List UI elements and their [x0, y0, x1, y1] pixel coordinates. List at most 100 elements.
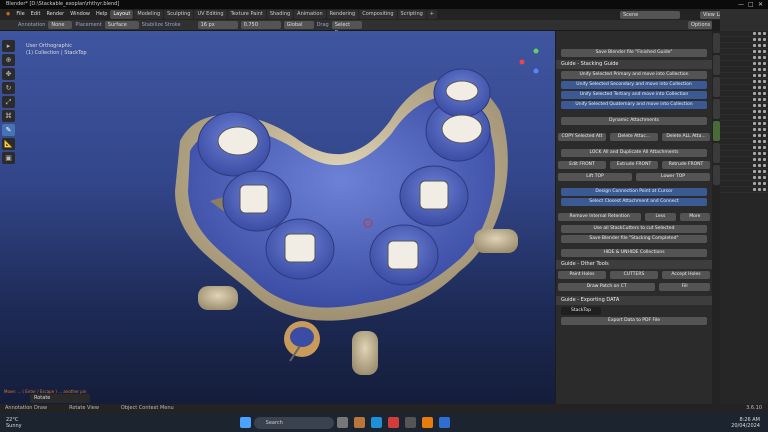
other-tools-header[interactable]: Guide - Other Tools [556, 260, 712, 269]
cursor-tool-icon[interactable]: ⊕ [2, 54, 15, 66]
transform-orientation-dropdown[interactable]: Global [283, 21, 314, 29]
unify-tertiary-button[interactable]: Unify Selected Tertiary and move into Co… [561, 91, 707, 99]
annotation-layer-field[interactable]: None [48, 21, 73, 29]
store-icon[interactable] [404, 417, 416, 428]
factor-field[interactable]: 0.750 [240, 21, 281, 29]
tab-scripting[interactable]: Scripting [397, 10, 426, 19]
close-icon[interactable]: ✕ [758, 0, 763, 9]
edit-front-button[interactable]: Edit FRONT [558, 161, 606, 169]
more-button[interactable]: More [679, 213, 711, 221]
task-view-icon[interactable] [336, 417, 348, 428]
stabilize-stroke-checkbox[interactable]: Stabilize Stroke [142, 22, 181, 28]
unify-secondary-button[interactable]: Unify Selected Secondary and move into C… [561, 81, 707, 89]
last-operator-panel[interactable]: Rotate [30, 394, 90, 403]
lift-top-button[interactable]: Lift TOP [558, 173, 632, 181]
copy-selected-button[interactable]: COPY Selected Att [558, 133, 606, 141]
3d-viewport[interactable]: Rotate Move: ... ( Enter / Escape ) ... … [0, 31, 555, 404]
move-tool-icon[interactable]: ✥ [2, 68, 15, 80]
stacking-guide-header[interactable]: Guide - Stacking Guide [556, 60, 712, 69]
options-dropdown[interactable]: Options [688, 21, 712, 29]
draw-patch-button[interactable]: Draw Patch on CT [558, 283, 656, 291]
radius-field[interactable]: 16 px [197, 21, 238, 29]
tab-uv-editing[interactable]: UV Editing [194, 10, 227, 19]
menu-window[interactable]: Window [67, 9, 93, 20]
lock-all-button[interactable]: LOCK All and Duplicate All Attachments [561, 149, 707, 157]
sidebar-tab[interactable] [712, 33, 720, 53]
unify-primary-button[interactable]: Unify Selected Primary and move into Col… [561, 71, 707, 79]
chrome-icon[interactable] [387, 417, 399, 428]
use-stackcutters-button[interactable]: Use all StackCutters to cut Selected [561, 225, 707, 233]
maximize-icon[interactable]: □ [748, 0, 754, 9]
add-workspace-button[interactable]: + [426, 10, 437, 19]
paint-holes-button[interactable]: Paint Holes [558, 271, 606, 279]
sidebar-tab[interactable] [712, 99, 720, 119]
tab-rendering[interactable]: Rendering [326, 10, 359, 19]
delete-all-button[interactable]: Delete ALL Atta... [662, 133, 710, 141]
blender-taskbar-icon[interactable] [421, 417, 433, 428]
tab-texture-paint[interactable]: Texture Paint [227, 10, 266, 19]
dynamic-attachments-button[interactable]: Dynamic Attachments [561, 117, 707, 125]
rotate-tool-icon[interactable]: ↻ [2, 82, 15, 94]
unify-quaternary-button[interactable]: Unify Selected Quaternary and move into … [561, 101, 707, 109]
stacktop-field[interactable]: StackTop [561, 307, 601, 315]
tab-compositing[interactable]: Compositing [359, 10, 397, 19]
menu-render[interactable]: Render [43, 9, 67, 20]
blender-logo-icon[interactable]: ◉ [3, 9, 13, 20]
scale-tool-icon[interactable]: ⤢ [2, 96, 15, 108]
menu-file[interactable]: File [13, 9, 27, 20]
weather-widget[interactable]: 22°C Sunny [6, 417, 22, 429]
minimize-icon[interactable]: — [738, 0, 744, 9]
export-pdf-button[interactable]: Export Data to PDF File [561, 317, 707, 325]
annotation-label: Annotation [18, 22, 46, 28]
start-icon[interactable] [239, 417, 251, 428]
save-finished-guide-button[interactable]: Save Blender file "Finished Guide" [561, 49, 707, 57]
collection-name: (1) Collection | StackTop [26, 50, 87, 56]
outliner-row[interactable] [720, 187, 768, 193]
tool-header: Annotation None Placement Surface Stabil… [0, 20, 712, 36]
remove-retention-button[interactable]: Remove Internal Retention [558, 213, 642, 221]
scene-selector[interactable]: Scene [620, 10, 680, 19]
tab-sculpting[interactable]: Sculpting [164, 10, 194, 19]
transform-tool-icon[interactable]: ⌘ [2, 110, 15, 122]
fill-button[interactable]: Fill [659, 283, 710, 291]
sidebar-tab[interactable] [712, 143, 720, 163]
clock[interactable]: 8:26 AM 20/04/2024 [731, 417, 760, 429]
status-bar: Annotation Draw Rotate View Object Conte… [0, 404, 768, 413]
hide-unhide-button[interactable]: HIDE & UNHIDE Collections [561, 249, 707, 257]
menu-help[interactable]: Help [93, 9, 110, 20]
extrude-front-button[interactable]: Extrude FRONT [610, 161, 658, 169]
sidebar-tab[interactable] [712, 55, 720, 75]
dental-model [175, 48, 539, 375]
accept-holes-button[interactable]: Accept Holes [662, 271, 710, 279]
lower-top-button[interactable]: Lower TOP [636, 173, 710, 181]
sidebar-tab[interactable] [712, 165, 720, 185]
outlook-icon[interactable] [438, 417, 450, 428]
tab-animation[interactable]: Animation [294, 10, 326, 19]
taskbar-search[interactable]: Search [253, 416, 334, 429]
tab-modeling[interactable]: Modeling [134, 10, 164, 19]
tab-layout[interactable]: Layout [110, 10, 134, 19]
select-closest-button[interactable]: Select Closest Attachment and Connect [561, 198, 707, 206]
save-stacking-completed-button[interactable]: Save Blender file "Stacking Completed" [561, 235, 707, 243]
less-button[interactable]: Less [645, 213, 676, 221]
menu-edit[interactable]: Edit [28, 9, 44, 20]
delete-attachment-button[interactable]: Delete Attac... [610, 133, 658, 141]
sidebar-panel: Save Blender file "Finished Guide" Guide… [556, 31, 712, 404]
file-explorer-icon[interactable] [353, 417, 365, 428]
sidebar-tab[interactable] [712, 121, 720, 141]
edge-icon[interactable] [370, 417, 382, 428]
design-connection-button[interactable]: Design Connection Point at Cursor [561, 188, 707, 196]
navigation-gizmo[interactable] [519, 48, 539, 74]
measure-tool-icon[interactable]: 📐 [2, 138, 15, 150]
select-box-dropdown[interactable]: Select Box [331, 21, 362, 36]
select-tool-icon[interactable]: ▸ [2, 40, 15, 52]
sidebar-tab[interactable] [712, 77, 720, 97]
placement-dropdown[interactable]: Surface [104, 21, 139, 29]
retrude-front-button[interactable]: Retrude FRONT [662, 161, 710, 169]
cutters-button[interactable]: CUTTERS [610, 271, 658, 279]
annotate-tool-icon[interactable]: ✎ [2, 124, 15, 136]
pivot-widget[interactable] [284, 321, 320, 362]
add-cube-tool-icon[interactable]: ▣ [2, 152, 15, 164]
exporting-data-header[interactable]: Guide - Exporting DATA [556, 296, 712, 305]
tab-shading[interactable]: Shading [266, 10, 294, 19]
